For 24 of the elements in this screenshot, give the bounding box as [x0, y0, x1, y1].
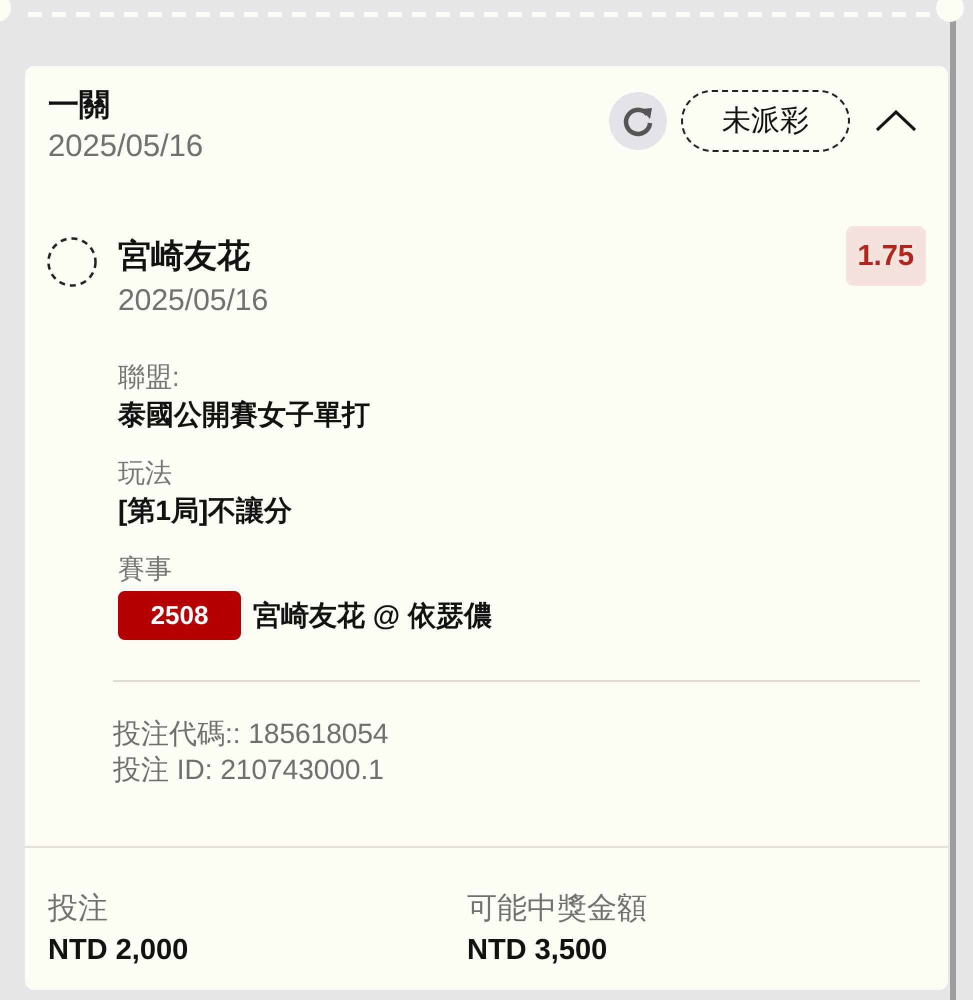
summary-label: 投注 — [48, 891, 108, 927]
bet-date: 2025/05/16 — [48, 127, 204, 165]
summary-amount: NTD 2,000 — [48, 933, 188, 968]
bet-reference: 投注代碼:: 185618054 — [113, 717, 388, 751]
dashed-circle-icon — [47, 237, 97, 287]
chevron-icon — [875, 110, 917, 132]
selection-name: 宮崎友花 — [118, 236, 251, 276]
status-badge: 未派彩 — [681, 90, 850, 152]
detail-label: 玩法 — [118, 457, 172, 490]
detail-value: 泰國公開賽女子單打 — [118, 398, 370, 432]
bet-type-title: 一關 — [48, 86, 111, 124]
selection-date: 2025/05/16 — [118, 283, 270, 319]
detail-label: 賽事 — [118, 553, 172, 586]
refresh-icon[interactable] — [609, 92, 667, 150]
match-code-badge: 2508 — [118, 591, 241, 640]
match-name: 宮崎友花 @ 依瑟儂 — [253, 598, 492, 632]
bet-reference: 投注 ID: 210743000.1 — [113, 753, 384, 787]
detail-label: 聯盟: — [118, 361, 180, 394]
detail-value: [第1局]不讓分 — [118, 494, 292, 528]
collapse-toggle[interactable] — [874, 108, 918, 134]
summary-label: 可能中獎金額 — [467, 891, 647, 927]
odds-badge: 1.75 — [846, 226, 926, 286]
summary-amount: NTD 3,500 — [467, 933, 608, 968]
ticket-notch-drawing — [936, 0, 964, 22]
